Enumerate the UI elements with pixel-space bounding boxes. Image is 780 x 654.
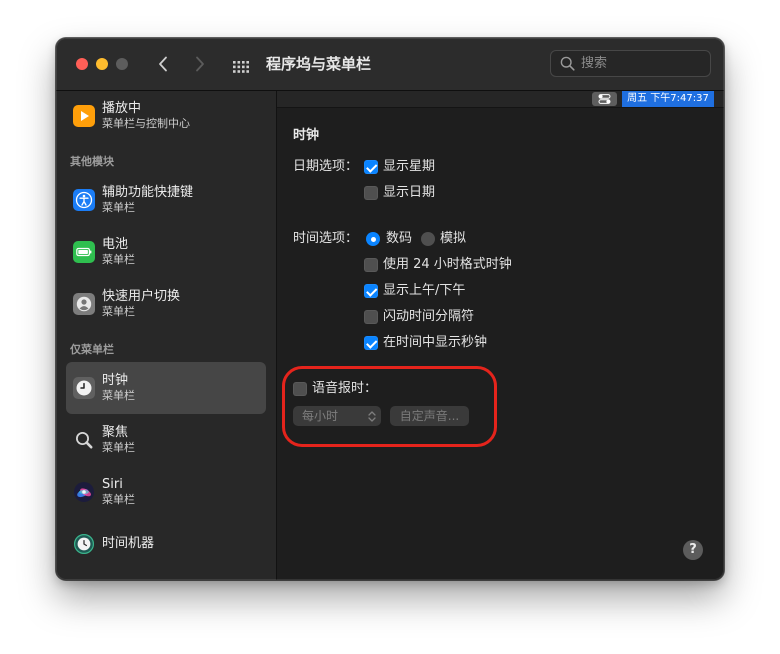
announce-interval-popup[interactable]: 每小时 [293,406,381,426]
zoom-button[interactable] [116,58,128,70]
digital-label[interactable]: 数码 [386,231,412,247]
sidebar-item-title: 聚焦 [102,425,129,440]
spotlight-icon [73,429,95,451]
sidebar-item-subtitle: 菜单栏 [102,253,135,266]
sidebar-section-header: 其他模块 [70,155,114,168]
show-date-checkbox[interactable] [364,186,378,200]
sidebar-item-labels: 时钟 菜单栏 [102,373,135,403]
customize-voice-button[interactable]: 自定声音... [390,406,469,426]
battery-icon [73,241,95,263]
sidebar-item-subtitle: 菜单栏 [102,441,135,454]
sidebar-item-labels: 快速用户切换 菜单栏 [102,289,180,319]
sidebar-item-title: 时间机器 [102,536,155,551]
accessibility-icon [73,189,95,211]
sidebar-item-labels: 聚焦 菜单栏 [102,425,135,455]
date-options-label: 日期选项： [293,159,359,174]
sidebar-item-fast-user-switching[interactable]: 快速用户切换 菜单栏 [66,278,266,330]
preferences-window: 程序坞与菜单栏 播放中 菜单栏与控制中心 其他模块 辅助功能快捷键 菜单栏 [56,38,724,580]
section-heading: 时钟 [293,128,320,143]
search-icon [560,56,575,71]
announce-time-checkbox[interactable] [293,382,307,396]
show-weekday-checkbox[interactable] [364,160,378,174]
play-icon [73,105,95,127]
sidebar-item-subtitle: 菜单栏与控制中心 [102,117,190,130]
user-switch-icon [73,293,95,315]
show-am-pm-label[interactable]: 显示上午/下午 [383,283,465,299]
show-weekday-label[interactable]: 显示星期 [383,159,435,175]
menubar-clock-preview: 周五 下午7:47:37 [622,91,714,107]
analog-radio[interactable] [421,232,435,246]
search-input[interactable] [581,51,706,76]
sidebar-item-title: Siri [102,477,123,492]
time-options-label: 时间选项： [293,231,359,246]
window-title: 程序坞与菜单栏 [266,55,372,73]
sidebar-item-clock[interactable]: 时钟 菜单栏 [66,362,266,414]
sidebar-item-now-playing[interactable]: 播放中 菜单栏与控制中心 [66,91,266,142]
sidebar-item-subtitle: 菜单栏 [102,305,135,318]
sidebar-item-time-machine[interactable]: 时间机器 [66,518,266,570]
close-button[interactable] [76,58,88,70]
announce-interval-value: 每小时 [302,409,339,423]
show-date-label[interactable]: 显示日期 [383,185,435,201]
siri-icon [73,481,95,503]
sidebar-item-labels: 电池 菜单栏 [102,237,135,267]
digital-radio[interactable] [366,232,380,246]
show-am-pm-checkbox[interactable] [364,284,378,298]
sidebar-item-title: 辅助功能快捷键 [102,185,194,200]
sidebar-item-labels: 辅助功能快捷键 菜单栏 [102,185,193,215]
menubar-preview: 周五 下午7:47:37 [277,91,724,108]
show-seconds-label[interactable]: 在时间中显示秒钟 [383,335,487,351]
clock-settings-panel: 周五 下午7:47:37 时钟 日期选项： 显示星期 显示日期 时间选项： 数码… [277,91,724,580]
sidebar-item-title: 电池 [102,237,129,252]
help-button[interactable]: ? [683,540,703,560]
sidebar-item-subtitle: 菜单栏 [102,201,135,214]
sidebar-item-title: 时钟 [102,373,129,388]
sidebar-item-accessibility-shortcuts[interactable]: 辅助功能快捷键 菜单栏 [66,174,266,226]
show-all-button[interactable] [233,58,249,77]
flash-separators-checkbox[interactable] [364,310,378,324]
sidebar: 播放中 菜单栏与控制中心 其他模块 辅助功能快捷键 菜单栏 电池 菜单栏 快速用… [56,91,277,580]
control-center-icon [592,92,617,106]
forward-button[interactable] [195,56,205,76]
show-seconds-checkbox[interactable] [364,336,378,350]
back-button[interactable] [158,56,168,76]
sidebar-item-siri[interactable]: Siri 菜单栏 [66,466,266,518]
sidebar-item-subtitle: 菜单栏 [102,493,135,506]
sidebar-section-header: 仅菜单栏 [70,343,114,356]
sidebar-item-spotlight[interactable]: 聚焦 菜单栏 [66,414,266,466]
chevron-left-icon [159,56,167,72]
analog-label[interactable]: 模拟 [440,231,466,247]
use-24-hour-label[interactable]: 使用 24 小时格式时钟 [383,257,512,273]
time-machine-icon [73,533,95,555]
chevron-up-down-icon [368,411,376,422]
sidebar-item-battery[interactable]: 电池 菜单栏 [66,226,266,278]
sidebar-item-title: 快速用户切换 [102,289,181,304]
search-field[interactable] [550,50,711,77]
grid-icon [233,61,249,73]
minimize-button[interactable] [96,58,108,70]
flash-separators-label[interactable]: 闪动时间分隔符 [383,309,474,325]
chevron-right-icon [196,56,204,72]
sidebar-item-subtitle: 菜单栏 [102,389,135,402]
use-24-hour-checkbox[interactable] [364,258,378,272]
toolbar: 程序坞与菜单栏 [56,38,724,91]
announce-time-label[interactable]: 语音报时： [312,381,377,397]
sidebar-item-title: 播放中 [102,101,142,116]
clock-icon [73,377,95,399]
sidebar-item-labels: 播放中 菜单栏与控制中心 [102,101,190,131]
sidebar-item-labels: 时间机器 [102,536,154,551]
sidebar-item-labels: Siri 菜单栏 [102,477,135,507]
